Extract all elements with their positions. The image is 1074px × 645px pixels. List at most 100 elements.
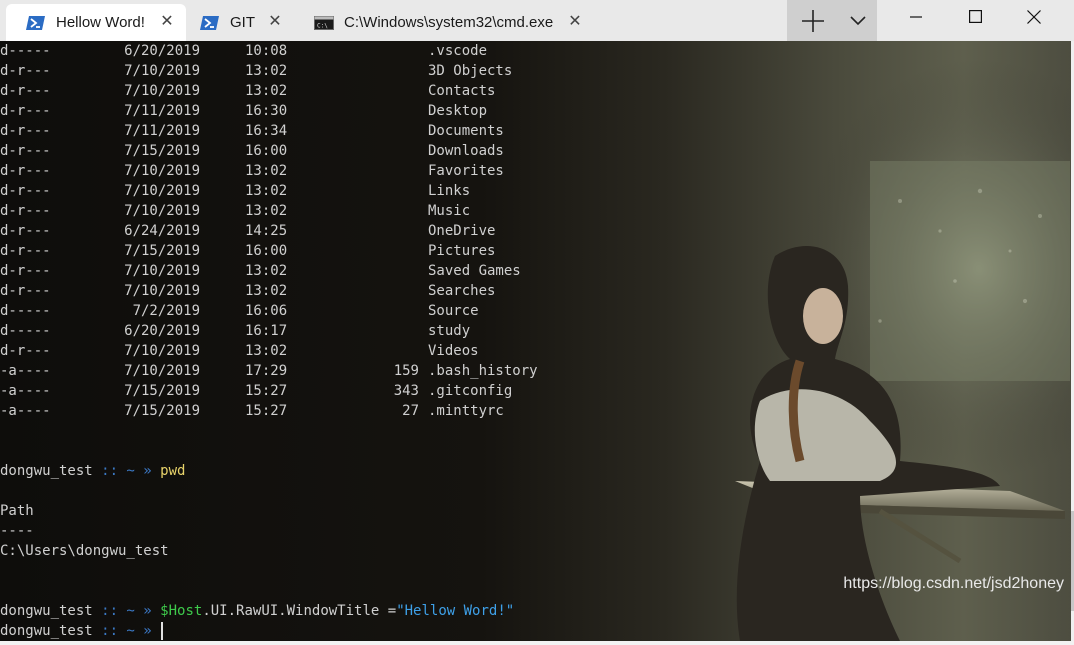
- entry-mode: d-r---: [0, 143, 51, 159]
- tab-cmd[interactable]: C:\ C:\Windows\system32\cmd.exe ✕: [294, 4, 594, 41]
- entry-time: 16:17: [245, 323, 288, 339]
- entry-name: Favorites: [428, 163, 504, 179]
- entry-mode: d-r---: [0, 123, 51, 139]
- listing-row: d----- 6/20/2019 10:08 .vscode: [0, 41, 560, 61]
- listing-row: d-r--- 6/24/2019 14:25 OneDrive: [0, 221, 560, 241]
- listing-row: d-r--- 7/10/2019 13:02 Videos: [0, 341, 560, 361]
- entry-mode: d-r---: [0, 83, 51, 99]
- entry-mode: -a----: [0, 383, 51, 399]
- entry-name: .bash_history: [428, 363, 538, 379]
- entry-name: .minttyrc: [428, 403, 504, 419]
- listing-row: d-r--- 7/10/2019 13:02 Searches: [0, 281, 560, 301]
- command-text: .UI.RawUI.WindowTitle =: [202, 603, 397, 619]
- maximize-button[interactable]: [946, 0, 1004, 33]
- listing-row: d-r--- 7/10/2019 13:02 Saved Games: [0, 261, 560, 281]
- entry-mode: d-----: [0, 43, 51, 59]
- entry-mode: d-r---: [0, 183, 51, 199]
- window-bottom-edge: [0, 641, 1074, 645]
- tab-close-icon[interactable]: ✕: [266, 13, 284, 31]
- tab-dropdown-button[interactable]: [839, 0, 877, 41]
- prompt-separator: :: ~ »: [92, 603, 161, 619]
- entry-mode: d-r---: [0, 163, 51, 179]
- tab-title: C:\Windows\system32\cmd.exe: [344, 14, 554, 31]
- entry-name: Saved Games: [428, 263, 521, 279]
- tab-title: Hellow Word!: [56, 14, 145, 31]
- cmd-icon: C:\: [314, 15, 334, 30]
- entry-date: 7/10/2019: [124, 363, 200, 379]
- tab-title: GIT: [230, 14, 255, 31]
- tab-git[interactable]: GIT ✕: [180, 4, 294, 41]
- listing-row: d-r--- 7/15/2019 16:00 Pictures: [0, 241, 560, 261]
- minimize-button[interactable]: [887, 0, 945, 33]
- command-string: "Hellow Word!": [396, 603, 515, 619]
- entry-mode: -a----: [0, 363, 51, 379]
- entry-mode: d-r---: [0, 243, 51, 259]
- prompt-line: dongwu_test :: ~ » pwd: [0, 461, 185, 481]
- tab-hellow-word[interactable]: Hellow Word! ✕: [6, 4, 186, 41]
- entry-time: 16:34: [245, 123, 288, 139]
- new-tab-button[interactable]: [787, 0, 839, 41]
- entry-time: 13:02: [245, 203, 288, 219]
- entry-name: Desktop: [428, 103, 488, 119]
- entry-length: 27: [402, 403, 419, 419]
- powershell-icon: [26, 15, 45, 30]
- minimize-icon: [910, 15, 922, 18]
- entry-time: 14:25: [245, 223, 288, 239]
- prompt-user: dongwu_test: [0, 623, 93, 639]
- plus-icon: [802, 9, 824, 32]
- listing-row: d-r--- 7/15/2019 16:00 Downloads: [0, 141, 560, 161]
- terminal-pane[interactable]: d----- 6/20/2019 10:08 .vscode d-r--- 7/10/20…: [0, 41, 1071, 641]
- entry-time: 15:27: [245, 403, 288, 419]
- close-icon: [1027, 9, 1041, 24]
- entry-name: Contacts: [428, 83, 496, 99]
- prompt-line-current: dongwu_test :: ~ »: [0, 621, 164, 641]
- listing-row: -a---- 7/15/2019 15:27 343 .gitconfig: [0, 381, 560, 401]
- entry-name: Searches: [428, 283, 496, 299]
- pwd-underline: ----: [0, 523, 34, 539]
- powershell-icon: [200, 15, 219, 30]
- listing-row: -a---- 7/15/2019 15:27 27 .minttyrc: [0, 401, 560, 421]
- entry-time: 16:30: [245, 103, 288, 119]
- watermark: https://blog.csdn.net/jsd2honey: [843, 575, 1064, 592]
- entry-date: 7/15/2019: [124, 403, 200, 419]
- tab-close-icon[interactable]: ✕: [158, 13, 176, 31]
- entry-time: 10:08: [245, 43, 288, 59]
- entry-length: 159: [393, 363, 419, 379]
- prompt-separator: :: ~ »: [92, 623, 161, 639]
- entry-date: 7/11/2019: [124, 123, 200, 139]
- listing-row: d-r--- 7/10/2019 13:02 3D Objects: [0, 61, 560, 81]
- entry-date: 7/10/2019: [124, 343, 200, 359]
- entry-date: 6/24/2019: [124, 223, 200, 239]
- listing-row: d-r--- 7/10/2019 13:02 Links: [0, 181, 560, 201]
- listing-row: -a---- 7/10/2019 17:29 159 .bash_history: [0, 361, 560, 381]
- entry-name: study: [428, 323, 471, 339]
- tab-bar: Hellow Word! ✕ GIT ✕ C:\ C:\Windows\syst…: [0, 0, 1074, 42]
- listing-row: d----- 6/20/2019 16:17 study: [0, 321, 560, 341]
- entry-mode: d-----: [0, 323, 51, 339]
- entry-time: 13:02: [245, 343, 288, 359]
- listing-row: d-r--- 7/11/2019 16:30 Desktop: [0, 101, 560, 121]
- listing-row: d-r--- 7/10/2019 13:02 Favorites: [0, 161, 560, 181]
- text-cursor[interactable]: [161, 622, 164, 640]
- entry-mode: d-r---: [0, 343, 51, 359]
- entry-time: 16:00: [245, 243, 288, 259]
- prompt-line: dongwu_test :: ~ » $Host.UI.RawUI.Window…: [0, 601, 514, 621]
- command-text: pwd: [160, 463, 186, 479]
- prompt-user: dongwu_test: [0, 463, 93, 479]
- tab-close-icon[interactable]: ✕: [566, 13, 584, 31]
- entry-name: Downloads: [428, 143, 504, 159]
- entry-date: 6/20/2019: [124, 323, 200, 339]
- entry-name: Documents: [428, 123, 504, 139]
- entry-time: 13:02: [245, 63, 288, 79]
- close-window-button[interactable]: [1005, 0, 1063, 33]
- entry-name: Source: [428, 303, 479, 319]
- entry-date: 7/2/2019: [132, 303, 200, 319]
- entry-name: Videos: [428, 343, 479, 359]
- entry-time: 13:02: [245, 163, 288, 179]
- pwd-header: Path: [0, 503, 34, 519]
- chevron-down-icon: [850, 15, 866, 25]
- entry-mode: -a----: [0, 403, 51, 419]
- entry-mode: d-r---: [0, 223, 51, 239]
- entry-time: 13:02: [245, 183, 288, 199]
- entry-mode: d-r---: [0, 283, 51, 299]
